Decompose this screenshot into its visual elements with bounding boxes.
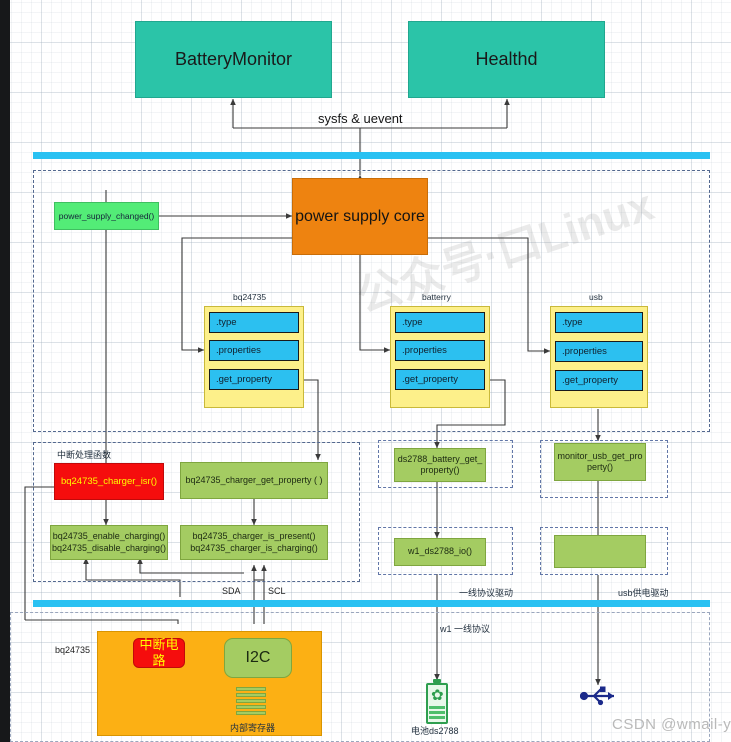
battery-monitor-box[interactable]: BatteryMonitor	[135, 21, 332, 98]
usb-icon	[579, 685, 620, 707]
bq24735-charger-get-property-box[interactable]: bq24735_charger_get_property ( )	[180, 462, 328, 499]
usb-power-driver-box[interactable]	[554, 535, 646, 568]
ds2788-get-property-line2: property()	[420, 465, 460, 475]
ds2788-battery-get-property-box[interactable]: ds2788_battery_get_ property()	[394, 448, 486, 482]
monitor-usb-line2: perty()	[586, 462, 613, 472]
bq24735-row-get-property[interactable]: .get_property	[209, 369, 299, 390]
batterry-row-type[interactable]: .type	[395, 312, 485, 333]
battery-icon: ✿	[426, 679, 448, 724]
kernel-boundary-bar-top	[33, 152, 710, 159]
monitor-usb-get-property-box[interactable]: monitor_usb_get_pro perty()	[554, 443, 646, 481]
left-edge-strip	[0, 0, 10, 742]
bq24735-charger-isr-box[interactable]: bq24735_charger_isr()	[54, 463, 164, 500]
bq24735-row-type[interactable]: .type	[209, 312, 299, 333]
charger-is-charging-label: bq24735_charger_is_charging()	[190, 542, 318, 553]
batterry-row-get-property[interactable]: .get_property	[395, 369, 485, 390]
sda-label: SDA	[222, 586, 241, 596]
kernel-boundary-bar-bottom	[33, 600, 710, 607]
usb-row-type[interactable]: .type	[555, 312, 643, 333]
card-title-usb: usb	[589, 292, 603, 302]
healthd-box[interactable]: Healthd	[408, 21, 605, 98]
bq24735-chip-label: bq24735	[55, 645, 91, 655]
power-supply-core-box[interactable]: power supply core	[292, 178, 428, 255]
power-supply-changed-box[interactable]: power_supply_changed()	[54, 202, 159, 230]
charger-is-present-label: bq24735_charger_is_present()	[192, 531, 316, 542]
ds2788-get-property-line1: ds2788_battery_get_	[397, 453, 483, 464]
sysfs-uevent-label: sysfs & uevent	[318, 111, 403, 126]
interrupt-circuit-box[interactable]: 中断电路	[133, 637, 185, 668]
scl-label: SCL	[268, 586, 286, 596]
card-title-batterry: batterry	[422, 292, 451, 302]
i2c-box[interactable]: I2C	[224, 638, 292, 678]
enable-charging-label: bq24735_enable_charging()	[52, 531, 166, 542]
internal-registers-label: 内部寄存器	[230, 723, 276, 733]
monitor-usb-line1: monitor_usb_get_pro	[557, 450, 643, 461]
csdn-watermark: CSDN @wmail-yh	[612, 716, 731, 733]
batterry-row-properties[interactable]: .properties	[395, 340, 485, 361]
diagram-canvas: 公众号·口Linux BatteryMonitor Healthd sysfs …	[0, 0, 731, 742]
usb-row-get-property[interactable]: .get_property	[555, 370, 643, 391]
battery-hardware-label: 电池ds2788	[411, 726, 459, 736]
internal-registers-icon	[236, 687, 266, 720]
disable-charging-label: bq24735_disable_charging()	[51, 542, 167, 553]
onewire-driver-label: 一线协议驱动	[459, 588, 514, 598]
enable-disable-charging-box[interactable]: bq24735_enable_charging() bq24735_disabl…	[50, 525, 168, 560]
w1-ds2788-io-box[interactable]: w1_ds2788_io()	[394, 538, 486, 566]
interrupt-handler-group-label: 中断处理函数	[57, 450, 112, 460]
usb-row-properties[interactable]: .properties	[555, 341, 643, 362]
bq24735-row-properties[interactable]: .properties	[209, 340, 299, 361]
usb-power-driver-label: usb供电驱动	[618, 588, 669, 598]
w1-protocol-label: w1 一线协议	[440, 624, 491, 634]
is-present-is-charging-box[interactable]: bq24735_charger_is_present() bq24735_cha…	[180, 525, 328, 560]
card-title-bq24735: bq24735	[233, 292, 267, 302]
